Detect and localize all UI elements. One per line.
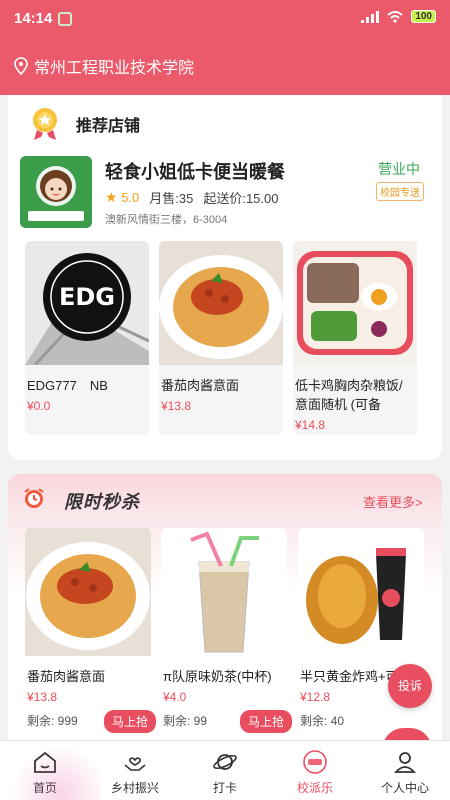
buy-now-button[interactable]: 马上抢 bbox=[240, 710, 293, 733]
product-card[interactable]: EDG EDG777 NB ¥0.0 bbox=[25, 241, 149, 435]
star-icon: ★ bbox=[105, 189, 118, 205]
tab-check-in[interactable]: 打卡 bbox=[180, 741, 270, 800]
tab-home[interactable]: 首页 bbox=[0, 741, 90, 800]
app-notification-icon bbox=[58, 12, 72, 26]
tab-label: 首页 bbox=[32, 781, 57, 795]
medal-icon bbox=[33, 108, 57, 140]
flash-item-image-fried-chicken bbox=[298, 528, 424, 656]
flash-sale-item[interactable]: 番茄肉酱意面 ¥13.8 剩余: 999 bbox=[25, 528, 151, 738]
tab-profile[interactable]: 个人中心 bbox=[360, 741, 450, 800]
campus-delivery-badge: 校园专送 bbox=[376, 182, 424, 201]
bottom-tab-bar: 首页 乡村振兴 打卡 校派乐 个人中心 bbox=[0, 740, 450, 800]
school-name: 常州工程职业技术学院 bbox=[34, 60, 195, 77]
shop-address: 澳新风情街三楼，6-3004 bbox=[105, 214, 228, 226]
flash-item-price: ¥4.0 bbox=[163, 690, 187, 704]
location-selector[interactable]: 常州工程职业技术学院 bbox=[14, 54, 194, 78]
home-icon bbox=[34, 751, 56, 773]
flash-item-name: π队原味奶茶(中杯) bbox=[163, 669, 272, 684]
planet-icon bbox=[213, 754, 237, 770]
shop-name[interactable]: 轻食小姐低卡便当暖餐 bbox=[105, 158, 285, 184]
tab-label: 乡村振兴 bbox=[110, 781, 159, 795]
flash-sale-item[interactable]: π队原味奶茶(中杯) ¥4.0 剩余: 99 bbox=[161, 528, 287, 738]
product-price: ¥13.8 bbox=[161, 399, 192, 413]
flash-item-image-pasta bbox=[25, 528, 151, 656]
user-icon bbox=[393, 752, 417, 773]
shop-rating: 5.0 bbox=[121, 190, 140, 205]
flash-item-name: 番茄肉酱意面 bbox=[27, 669, 106, 684]
flash-item-price: ¥13.8 bbox=[27, 690, 58, 704]
min-delivery-price: 起送价:15.00 bbox=[203, 191, 279, 206]
product-name: EDG777 NB bbox=[27, 378, 108, 393]
monthly-sales: 月售:35 bbox=[149, 191, 194, 206]
tab-label: 校派乐 bbox=[296, 781, 333, 795]
product-image-chicken-bowl bbox=[293, 241, 417, 365]
battery-icon: 100 bbox=[411, 10, 436, 23]
campus-badge-icon bbox=[303, 750, 327, 774]
status-bar: 14:14 100 bbox=[0, 0, 450, 38]
svg-text:EDG: EDG bbox=[59, 283, 115, 311]
tab-rural-revitalization[interactable]: 乡村振兴 bbox=[90, 741, 180, 800]
tab-label: 个人中心 bbox=[380, 781, 429, 795]
product-card[interactable]: 番茄肉酱意面 ¥13.8 bbox=[159, 241, 283, 435]
view-more-link[interactable]: 查看更多> bbox=[363, 492, 423, 511]
shop-logo[interactable] bbox=[20, 156, 92, 228]
product-image-pasta bbox=[159, 241, 283, 365]
hands-heart-icon bbox=[124, 757, 146, 771]
product-price: ¥0.0 bbox=[27, 399, 51, 413]
product-name: 低卡鸡胸肉杂粮饭/意面随机 (可备 bbox=[295, 378, 403, 412]
product-price: ¥14.8 bbox=[295, 418, 326, 432]
tab-campus-party[interactable]: 校派乐 bbox=[270, 741, 360, 800]
wifi-icon bbox=[387, 10, 403, 23]
flash-sale-title: 限时秒杀 bbox=[64, 492, 140, 512]
recommend-title: 推荐店铺 bbox=[76, 118, 141, 135]
alarm-clock-icon bbox=[24, 488, 44, 508]
shop-open-status: 营业中 bbox=[378, 161, 420, 177]
shop-meta: ★ 5.0 月售:35 起送价:15.00 bbox=[105, 188, 279, 207]
flash-item-stock: 剩余: 40 bbox=[300, 714, 345, 728]
tab-label: 打卡 bbox=[212, 781, 237, 795]
status-time: 14:14 bbox=[14, 10, 53, 27]
product-card[interactable]: 低卡鸡胸肉杂粮饭/意面随机 (可备 ¥14.8 bbox=[293, 241, 417, 435]
product-name: 番茄肉酱意面 bbox=[161, 378, 240, 393]
buy-now-button[interactable]: 马上抢 bbox=[104, 710, 157, 733]
flash-item-image-milk-tea bbox=[161, 528, 287, 656]
complaint-button[interactable]: 投诉 bbox=[388, 664, 432, 708]
product-image-edg: EDG bbox=[25, 241, 149, 367]
signal-icon bbox=[361, 10, 380, 23]
location-pin-icon bbox=[14, 57, 28, 75]
